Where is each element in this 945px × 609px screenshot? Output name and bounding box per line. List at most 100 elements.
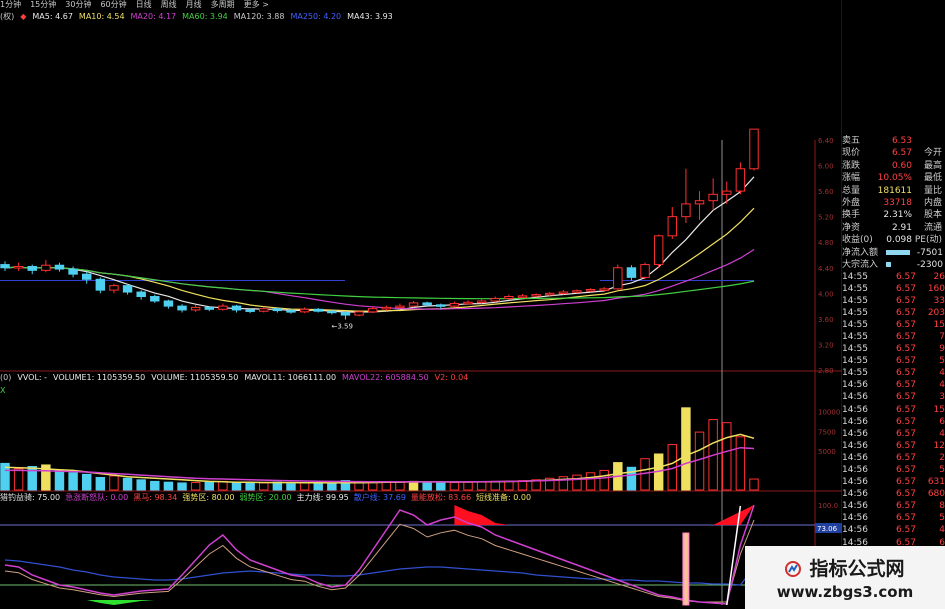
tick-price: 6.57 bbox=[895, 392, 916, 403]
quote-row: 总量 181611 量比 bbox=[842, 185, 945, 197]
tick-time: 14:55 bbox=[842, 331, 868, 342]
candle bbox=[531, 294, 541, 297]
tick-volume: 4 bbox=[939, 380, 945, 391]
quote-row: 净资 2.91 流通 bbox=[842, 222, 945, 234]
tick-price: 6.57 bbox=[895, 271, 916, 282]
tick-time: 14:55 bbox=[842, 368, 868, 379]
quote-value: 33718 bbox=[883, 197, 912, 208]
volume-sub-label: X bbox=[0, 386, 6, 395]
candle bbox=[367, 308, 378, 313]
candle bbox=[694, 200, 705, 205]
candle bbox=[354, 311, 364, 316]
volume-bar bbox=[749, 478, 759, 491]
ind-legend-7: 量能放松: 83.66 bbox=[410, 493, 472, 502]
tick-row: 14:55 6.57 4 bbox=[842, 367, 945, 379]
volume-bar bbox=[190, 482, 201, 491]
candle bbox=[545, 292, 555, 296]
candle bbox=[81, 273, 92, 280]
quote-label-2: 最低 bbox=[923, 173, 942, 184]
price-axis-label: 4.80 bbox=[818, 239, 834, 247]
tick-time: 14:56 bbox=[842, 525, 868, 536]
tick-price: 6.57 bbox=[895, 440, 916, 451]
chart-canvas[interactable]: 6.40 6.00 5.60 5.20 4.80 4.40 4.00 3.60 3.20 2.80… bbox=[0, 0, 842, 609]
volume-bar bbox=[722, 422, 732, 491]
tick-time: 14:56 bbox=[842, 501, 868, 512]
watermark: 指标公式网 www.zbgs3.com bbox=[745, 546, 945, 609]
volume-bar bbox=[109, 475, 119, 491]
candle bbox=[27, 266, 37, 271]
volume-bar bbox=[95, 476, 106, 491]
tick-price: 6.57 bbox=[895, 501, 916, 512]
aux-line bbox=[4, 519, 755, 603]
mavol22-value: MAVOL22: 605884.50 bbox=[342, 373, 429, 382]
volume-bar bbox=[299, 482, 310, 491]
tick-volume: 5 bbox=[939, 356, 945, 367]
tick-row: 14:56 6.57 8 bbox=[842, 500, 945, 512]
tick-row: 14:55 6.57 33 bbox=[842, 295, 945, 307]
vvol-value: VVOL: - bbox=[17, 373, 48, 382]
tick-time: 14:55 bbox=[842, 307, 868, 318]
quote-label: 涨幅 bbox=[842, 173, 861, 184]
flow-value: -7501 bbox=[916, 247, 943, 258]
quote-row: 涨幅 10.05% 最低 bbox=[842, 172, 945, 184]
volume-bar bbox=[286, 483, 296, 491]
volume-bar bbox=[177, 482, 187, 491]
candle bbox=[476, 300, 487, 303]
candle bbox=[517, 295, 528, 298]
candle bbox=[95, 278, 106, 291]
candle bbox=[109, 285, 119, 291]
tick-row: 14:56 6.57 2 bbox=[842, 452, 945, 464]
candle bbox=[613, 267, 623, 290]
tick-volume: 160 bbox=[927, 283, 945, 294]
volume-bar bbox=[150, 480, 160, 491]
volume-bar bbox=[422, 481, 432, 491]
tick-row: 14:55 6.57 9 bbox=[842, 343, 945, 355]
candle bbox=[381, 306, 392, 310]
quote-label: 卖五 bbox=[842, 136, 861, 146]
tick-price: 6.57 bbox=[895, 283, 916, 294]
ind-legend-2: 黑马: 98.34 bbox=[133, 493, 178, 502]
tick-row: 14:56 6.57 15 bbox=[842, 404, 945, 416]
candle bbox=[504, 296, 514, 299]
quote-row: 现价 6.57 今开 bbox=[842, 147, 945, 159]
candle bbox=[422, 302, 432, 306]
quote-label-2: 最高 bbox=[923, 160, 942, 171]
tick-volume: 26 bbox=[933, 271, 945, 282]
candle bbox=[272, 308, 283, 312]
tick-row: 14:55 6.57 7 bbox=[842, 331, 945, 343]
quote-value: 6.53 bbox=[891, 136, 912, 146]
candle bbox=[722, 190, 732, 195]
ind-legend-1: 急涨断怒队: 0.00 bbox=[65, 493, 129, 502]
quote-label-2: 流通 bbox=[923, 222, 942, 233]
quote-row: 收益(0) 0.098 PE(动) bbox=[842, 234, 945, 246]
flow-label: 净流入额 bbox=[842, 247, 879, 258]
price-axis-label: 5.20 bbox=[818, 214, 834, 222]
candle bbox=[0, 264, 10, 269]
volume-bar bbox=[136, 479, 146, 491]
watermark-url: www.zbgs3.com bbox=[776, 583, 914, 601]
ind-legend-3: 强势区: 80.00 bbox=[182, 493, 235, 502]
candle bbox=[190, 306, 201, 311]
tick-volume: 33 bbox=[933, 295, 945, 306]
tick-price: 6.57 bbox=[895, 319, 916, 330]
tick-volume: 680 bbox=[927, 489, 945, 500]
tick-list[interactable]: 14:55 6.57 26 14:55 6.57 160 14:55 6.57 33 14:55 6… bbox=[842, 271, 945, 549]
volume-bar bbox=[626, 466, 637, 491]
tick-time: 14:55 bbox=[842, 356, 868, 367]
quote-value: 0.60 bbox=[891, 160, 912, 171]
quote-label-2: PE(动) bbox=[914, 235, 942, 246]
quote-value: 10.05% bbox=[877, 173, 912, 184]
candle bbox=[667, 216, 678, 237]
candle bbox=[449, 303, 460, 307]
candle bbox=[490, 297, 500, 302]
tick-price: 6.57 bbox=[895, 380, 916, 391]
candle bbox=[177, 305, 187, 311]
tick-volume: 5 bbox=[939, 513, 945, 524]
volume-bar bbox=[13, 468, 24, 491]
volume-bar bbox=[517, 480, 528, 491]
volume-bar bbox=[735, 436, 746, 491]
volume-axis-label: 5000 bbox=[818, 448, 836, 456]
volume-legend: (0) VVOL: - VOLUME1: 1105359.50 VOLUME: … bbox=[0, 372, 468, 383]
quote-value: 0.098 bbox=[886, 235, 912, 246]
candle bbox=[136, 291, 146, 298]
